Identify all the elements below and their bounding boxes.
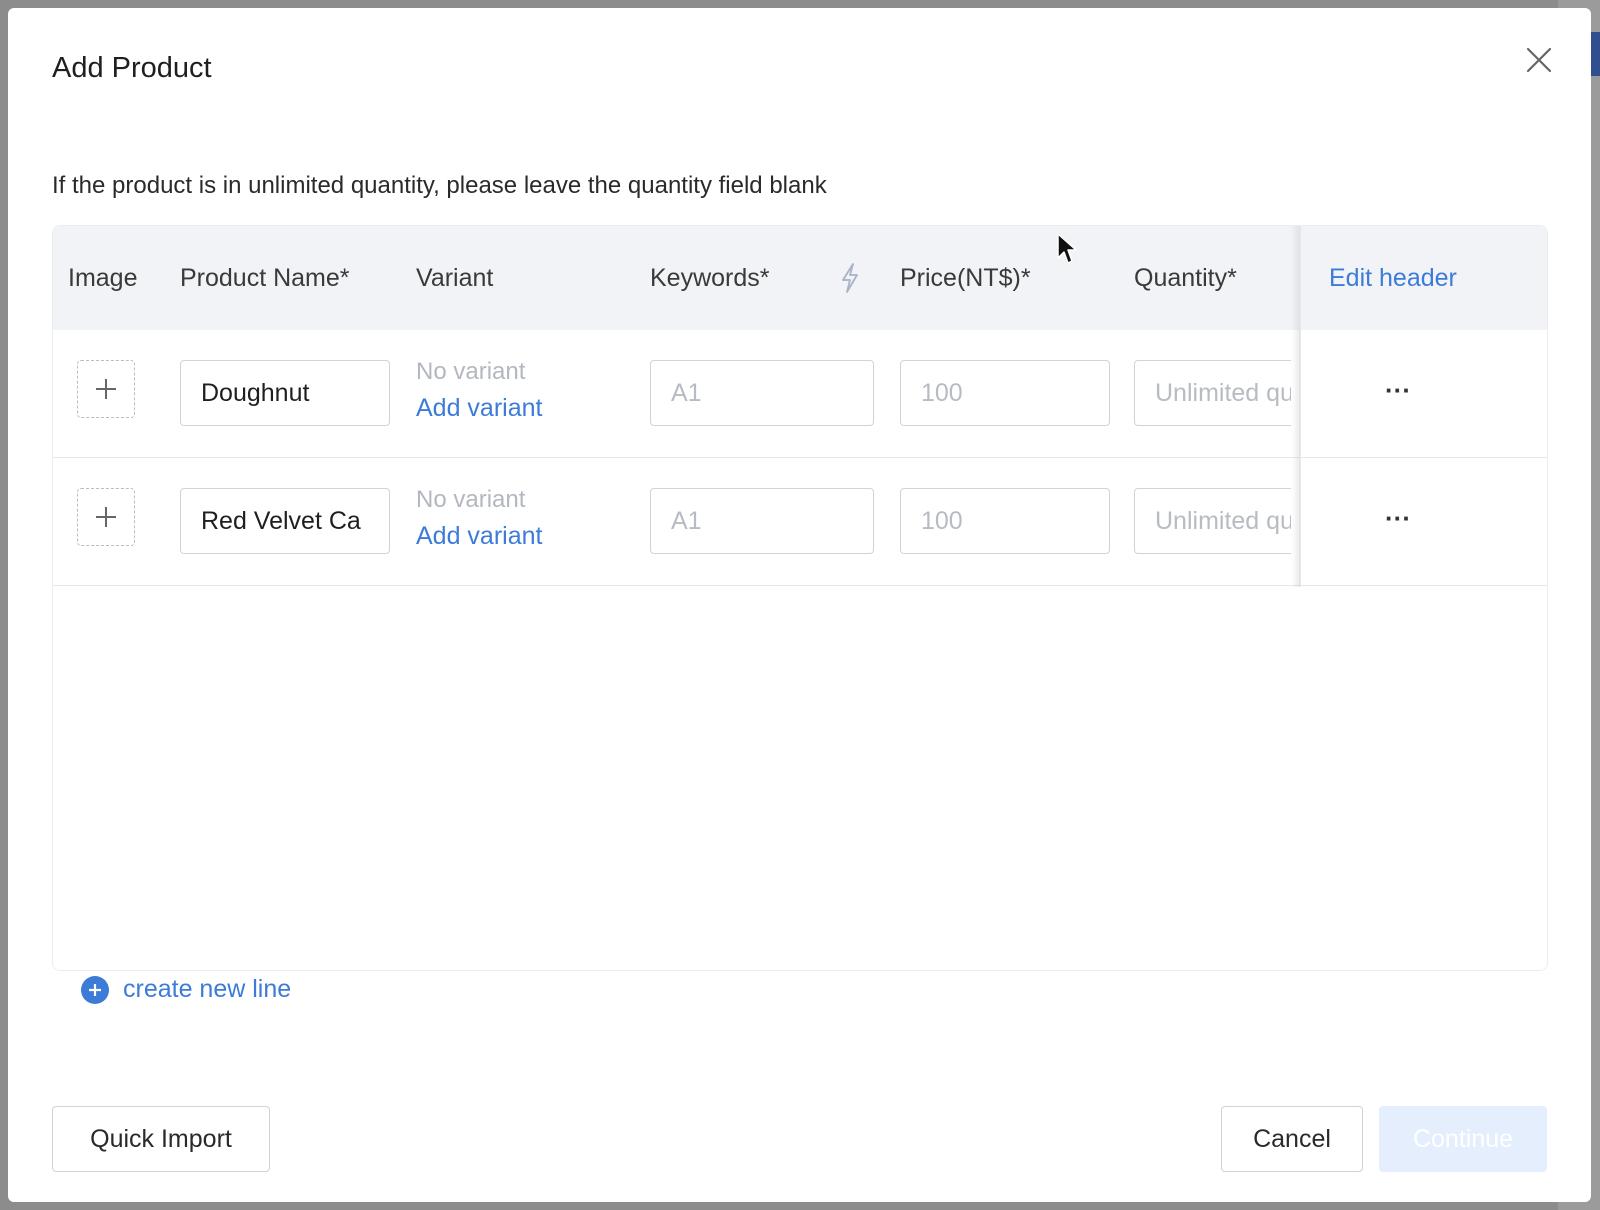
- cancel-button[interactable]: Cancel: [1221, 1106, 1363, 1172]
- fixed-column-shadow: [1291, 226, 1299, 587]
- more-actions-button[interactable]: ···: [1363, 498, 1433, 538]
- keywords-input[interactable]: [650, 360, 874, 426]
- dialog-title: Add Product: [52, 52, 212, 84]
- header-variant: Variant: [416, 263, 494, 292]
- table-row: No variant Add variant ···: [53, 458, 1547, 586]
- table-header: Image Product Name* Variant Keywords* Pr…: [53, 226, 1547, 330]
- keywords-input[interactable]: [650, 488, 874, 554]
- mouse-cursor-icon: [1057, 233, 1077, 264]
- variant-status: No variant: [416, 358, 526, 385]
- image-upload-button[interactable]: [77, 360, 135, 418]
- edit-header-link[interactable]: Edit header: [1329, 226, 1457, 330]
- close-button[interactable]: [1519, 40, 1559, 80]
- price-input[interactable]: [900, 360, 1110, 426]
- quantity-cell: [1134, 360, 1291, 426]
- fixed-column-divider: [1299, 226, 1301, 587]
- create-new-line-label: create new line: [123, 975, 292, 1003]
- quantity-input[interactable]: [1134, 360, 1291, 426]
- quick-import-button[interactable]: Quick Import: [52, 1106, 270, 1172]
- image-upload-button[interactable]: [77, 488, 135, 546]
- price-input[interactable]: [900, 488, 1110, 554]
- table-row: No variant Add variant ···: [53, 330, 1547, 458]
- header-quantity: Quantity*: [1134, 263, 1237, 292]
- create-new-line-button[interactable]: create new line: [81, 975, 291, 1004]
- plus-circle-icon: [81, 975, 109, 1004]
- add-variant-link[interactable]: Add variant: [416, 522, 542, 551]
- header-image: Image: [68, 263, 138, 292]
- more-dots-icon: ···: [1385, 374, 1411, 405]
- quantity-notice: If the product is in unlimited quantity,…: [52, 172, 827, 199]
- header-price: Price(NT$)*: [900, 263, 1031, 292]
- quantity-input[interactable]: [1134, 488, 1291, 554]
- quantity-cell: [1134, 488, 1291, 554]
- add-product-dialog: Add Product If the product is in unlimit…: [8, 8, 1591, 1202]
- header-keywords: Keywords*: [650, 263, 770, 292]
- plus-icon: [96, 379, 116, 399]
- more-actions-button[interactable]: ···: [1363, 370, 1433, 410]
- plus-icon: [96, 507, 116, 527]
- close-icon: [1526, 47, 1552, 73]
- product-name-input[interactable]: [180, 360, 390, 426]
- add-variant-link[interactable]: Add variant: [416, 394, 542, 423]
- variant-status: No variant: [416, 486, 526, 513]
- product-table: Image Product Name* Variant Keywords* Pr…: [52, 225, 1548, 971]
- product-name-input[interactable]: [180, 488, 390, 554]
- keyword-magic-button[interactable]: [839, 226, 861, 330]
- header-product-name: Product Name*: [180, 263, 350, 292]
- lightning-icon: [842, 263, 858, 293]
- continue-button[interactable]: Continue: [1379, 1106, 1547, 1172]
- more-dots-icon: ···: [1385, 502, 1411, 533]
